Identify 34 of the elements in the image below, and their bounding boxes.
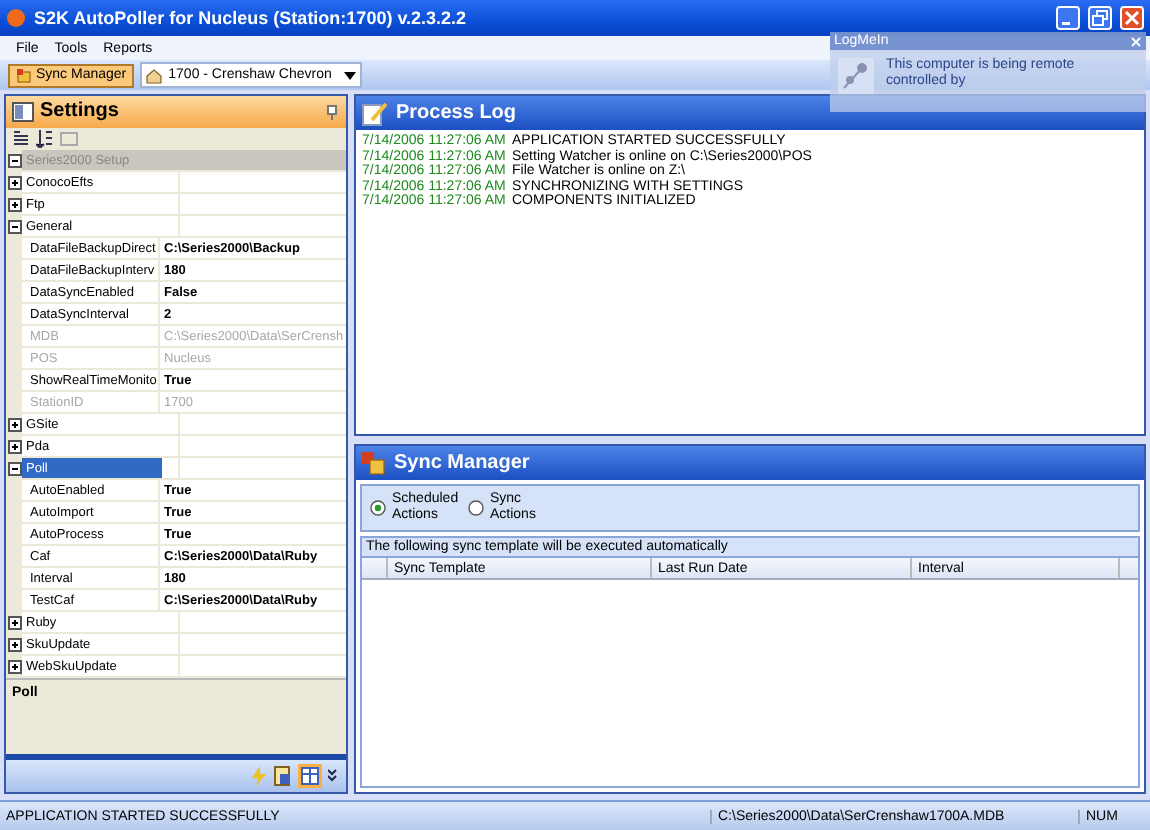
- sync-manager-icon: [362, 451, 386, 475]
- expand-icon[interactable]: [7, 659, 21, 674]
- close-icon[interactable]: [1130, 35, 1142, 47]
- log-icon: [362, 101, 388, 125]
- pin-icon[interactable]: [324, 103, 340, 120]
- app-icon: [6, 8, 26, 28]
- expand-icon[interactable]: [7, 615, 21, 630]
- minimize-button[interactable]: [1056, 6, 1080, 30]
- expand-icon[interactable]: [7, 439, 21, 454]
- panel-title: Settings: [40, 100, 121, 123]
- expand-icon[interactable]: [7, 417, 21, 432]
- expand-icon[interactable]: [7, 175, 21, 190]
- panel-title: Sync Manager: [394, 452, 530, 474]
- collapse-icon[interactable]: [7, 219, 21, 234]
- close-icon: [1124, 10, 1140, 26]
- table-icon[interactable]: [298, 764, 322, 789]
- expand-icon[interactable]: [7, 637, 21, 652]
- collapse-icon[interactable]: [7, 153, 21, 168]
- categorized-icon[interactable]: [12, 129, 30, 148]
- close-button[interactable]: [1120, 6, 1144, 30]
- remote-control-icon: [838, 58, 874, 94]
- settings-icon: [12, 101, 34, 122]
- restore-button[interactable]: [1088, 6, 1112, 30]
- chevron-icon[interactable]: [328, 767, 338, 786]
- restore-icon: [1092, 10, 1108, 26]
- window-title: S2K AutoPoller for Nucleus (Station:1700) v.2.3.2.2: [34, 8, 469, 28]
- collapse-icon[interactable]: [7, 461, 21, 476]
- expand-icon[interactable]: [7, 197, 21, 212]
- folder-icon: [16, 67, 32, 83]
- document-icon[interactable]: [274, 766, 292, 787]
- sort-icon[interactable]: [36, 129, 54, 148]
- house-icon: [146, 67, 163, 83]
- caret-icon[interactable]: [344, 71, 357, 79]
- panel-title: Process Log: [396, 102, 517, 124]
